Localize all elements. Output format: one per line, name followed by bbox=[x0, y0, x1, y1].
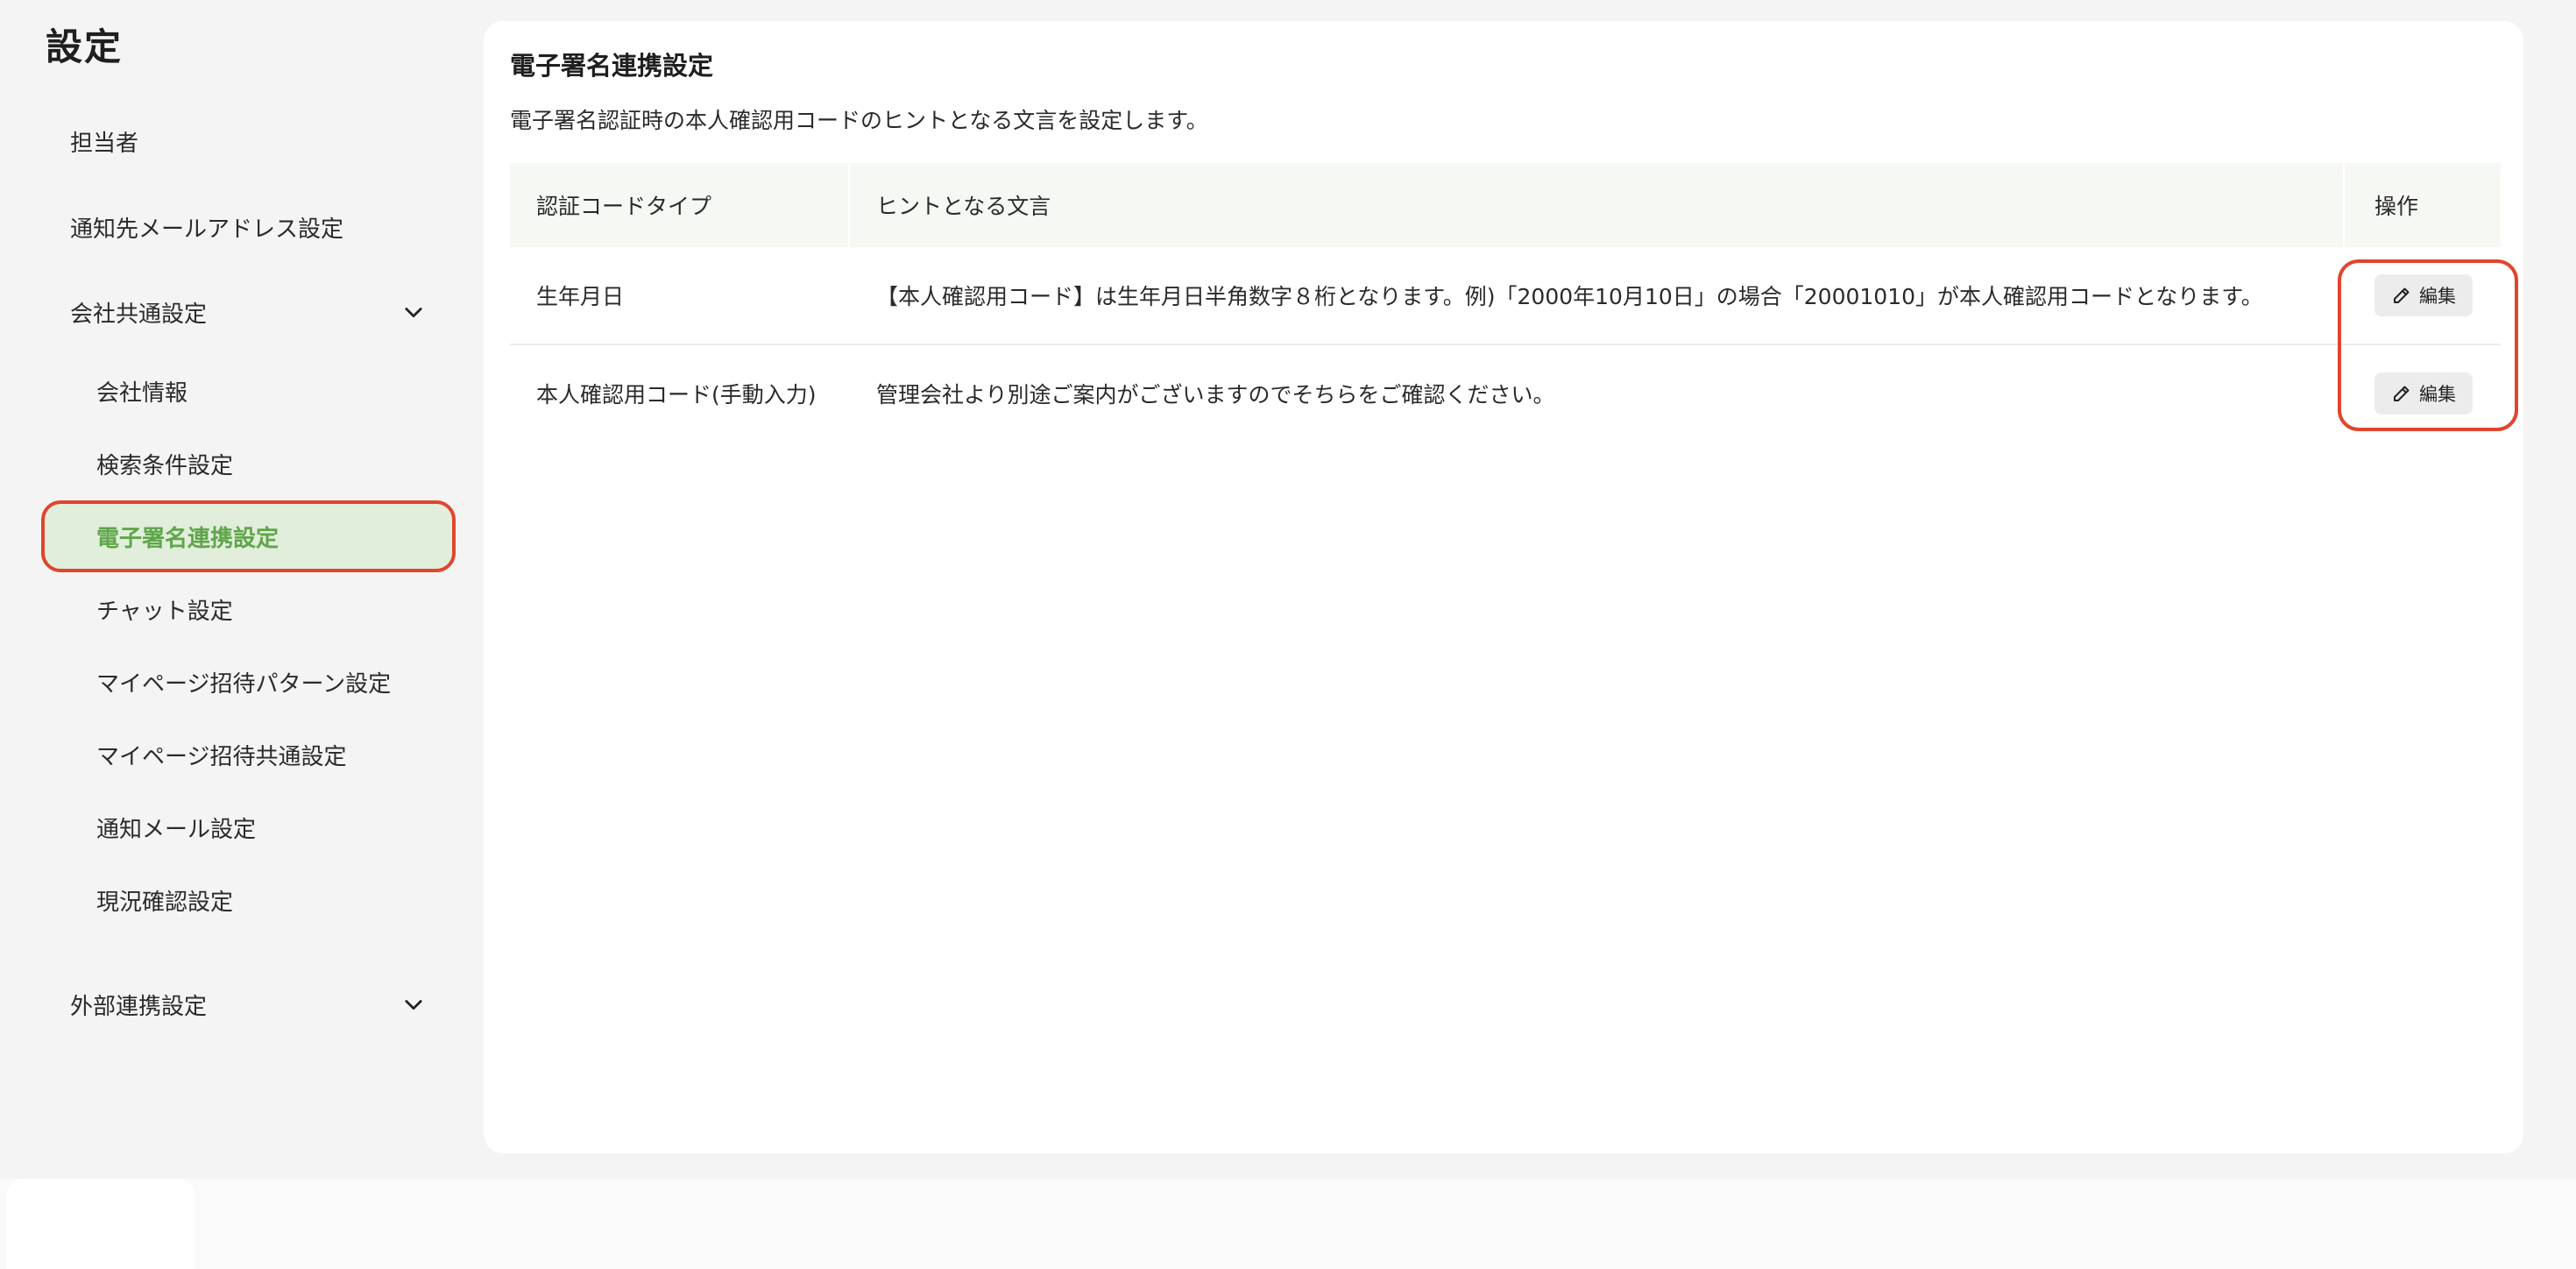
pencil-icon bbox=[2394, 386, 2410, 401]
sidebar-item-company-common[interactable]: 会社共通設定 bbox=[42, 279, 454, 345]
table-header: 認証コードタイプ ヒントとなる文言 操作 bbox=[510, 163, 2501, 247]
sidebar-item-label: 担当者 bbox=[70, 130, 139, 157]
sidebar-item-label: 外部連携設定 bbox=[70, 993, 208, 1020]
table-row: 本人確認用コード(手動入力) 管理会社より別途ご案内がございますのでそちらをご確… bbox=[510, 345, 2501, 442]
cell-hint-text: 管理会社より別途ご案内がございますのでそちらをご確認ください。 bbox=[876, 382, 1555, 408]
edit-button[interactable]: 編集 bbox=[2374, 274, 2473, 316]
page-title: 設定 bbox=[46, 25, 124, 68]
sidebar-item-label: チャット設定 bbox=[96, 598, 233, 625]
sidebar-item-label: 現況確認設定 bbox=[96, 889, 234, 916]
sidebar-item-label: 検索条件設定 bbox=[96, 452, 234, 479]
sidebar: 設定 担当者 通知先メールアドレス設定 会社共通設定 会社情報 検索条件設定 電… bbox=[0, 0, 473, 1179]
column-header-hint-text: ヒントとなる文言 bbox=[876, 194, 1051, 219]
pencil-icon bbox=[2394, 287, 2410, 303]
hint-settings-table: 認証コードタイプ ヒントとなる文言 操作 生年月日 【本人確認用コード】は生年月… bbox=[510, 163, 2501, 442]
bottom-bar bbox=[0, 1179, 2576, 1269]
sidebar-item-chat[interactable]: チャット設定 bbox=[42, 576, 454, 642]
column-header-code-type: 認証コードタイプ bbox=[536, 194, 712, 219]
edit-button-label: 編集 bbox=[2419, 286, 2456, 307]
sidebar-item-company-info[interactable]: 会社情報 bbox=[42, 358, 454, 424]
cell-code-type: 生年月日 bbox=[536, 284, 625, 309]
sidebar-item-label: 電子署名連携設定 bbox=[96, 525, 280, 552]
section-description: 電子署名認証時の本人確認用コードのヒントとなる文言を設定します。 bbox=[510, 108, 1208, 133]
column-divider bbox=[2343, 163, 2345, 247]
sidebar-item-label: マイページ招待共通設定 bbox=[96, 743, 347, 770]
sidebar-item-label: 会社情報 bbox=[96, 379, 188, 407]
sidebar-item-notification-mail[interactable]: 通知メール設定 bbox=[42, 794, 454, 861]
column-header-actions: 操作 bbox=[2374, 194, 2419, 219]
sidebar-item-label: 通知先メールアドレス設定 bbox=[70, 216, 344, 243]
sidebar-item-mypage-invite-pattern[interactable]: マイページ招待パターン設定 bbox=[42, 649, 454, 715]
sidebar-item-staff[interactable]: 担当者 bbox=[42, 108, 454, 174]
table-row: 生年月日 【本人確認用コード】は生年月日半角数字８桁となります。例)「2000年… bbox=[510, 247, 2501, 345]
edit-button-label: 編集 bbox=[2419, 384, 2456, 405]
section-title: 電子署名連携設定 bbox=[510, 51, 714, 81]
sidebar-item-notification-email[interactable]: 通知先メールアドレス設定 bbox=[42, 194, 454, 260]
sidebar-item-mypage-invite-common[interactable]: マイページ招待共通設定 bbox=[42, 721, 454, 788]
cell-hint-text: 【本人確認用コード】は生年月日半角数字８桁となります。例)「2000年10月10… bbox=[876, 284, 2263, 309]
sidebar-item-label: 会社共通設定 bbox=[70, 301, 208, 328]
chevron-down-icon bbox=[405, 1000, 422, 1010]
sidebar-item-esignature[interactable]: 電子署名連携設定 bbox=[42, 503, 454, 570]
cell-code-type: 本人確認用コード(手動入力) bbox=[536, 382, 817, 408]
edit-button[interactable]: 編集 bbox=[2374, 372, 2473, 415]
sidebar-item-external-integration[interactable]: 外部連携設定 bbox=[42, 971, 454, 1038]
sidebar-item-label: 通知メール設定 bbox=[96, 816, 257, 843]
sidebar-item-search-conditions[interactable]: 検索条件設定 bbox=[42, 430, 454, 497]
column-divider bbox=[848, 163, 850, 247]
bottom-panel-tab bbox=[7, 1179, 195, 1269]
sidebar-item-status-check[interactable]: 現況確認設定 bbox=[42, 867, 454, 933]
settings-card: 電子署名連携設定 電子署名認証時の本人確認用コードのヒントとなる文言を設定します… bbox=[484, 21, 2523, 1153]
chevron-down-icon bbox=[405, 308, 422, 318]
sidebar-item-label: マイページ招待パターン設定 bbox=[96, 670, 392, 698]
